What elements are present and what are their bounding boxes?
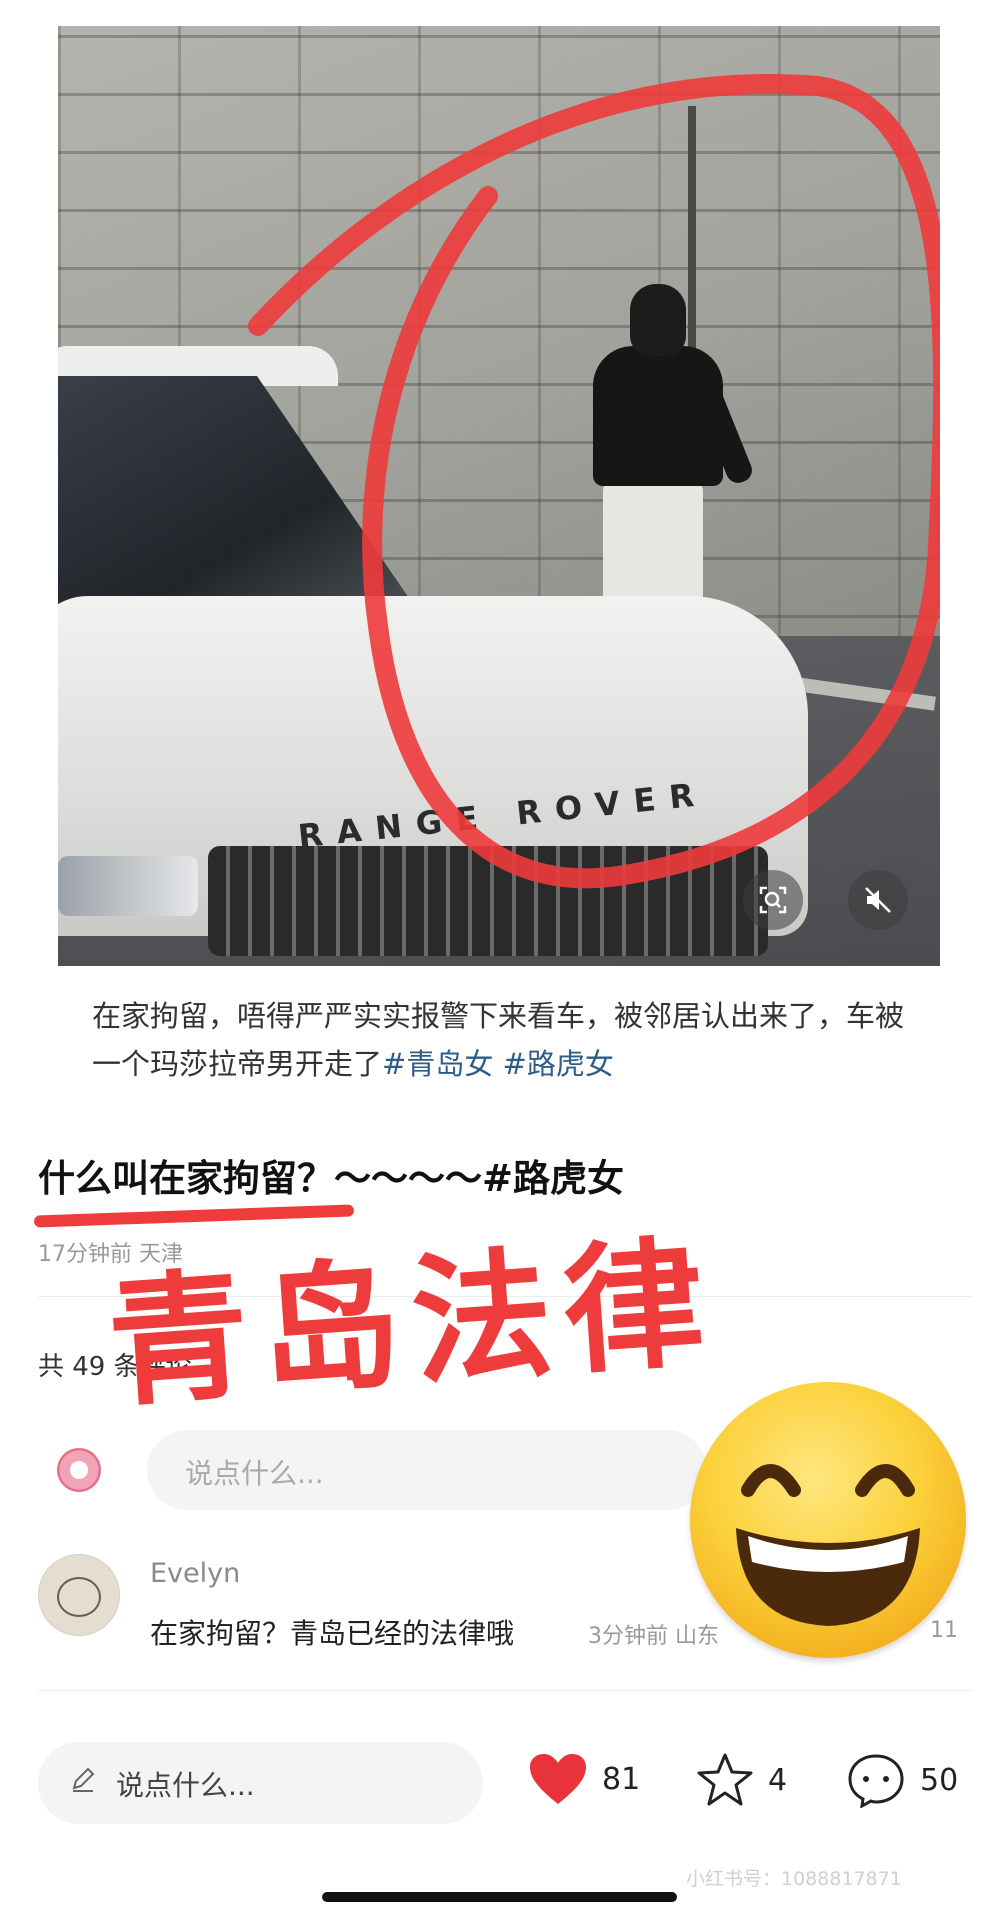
red-circle-annotation — [248, 73, 940, 889]
collect-button[interactable]: 4 — [696, 1752, 787, 1808]
bottom-comment-input[interactable]: 说点什么... — [38, 1742, 483, 1824]
bottom-input-placeholder: 说点什么... — [116, 1769, 255, 1802]
comment-heading: 什么叫在家拘留？～～～～#路虎女 — [38, 1157, 625, 1200]
hashtag-luhu[interactable]: #路虎女 — [503, 1047, 614, 1081]
star-icon — [697, 1753, 753, 1806]
comment-bubble-icon — [848, 1754, 904, 1808]
watermark: 小红书号：1088817871 — [686, 1868, 902, 1890]
comment-reply-input[interactable]: 说点什么... — [147, 1430, 707, 1510]
comment-author[interactable]: Evelyn — [150, 1558, 240, 1589]
reply-placeholder: 说点什么... — [185, 1457, 324, 1490]
scan-search-icon — [759, 886, 787, 914]
grinning-face-icon — [690, 1382, 966, 1658]
home-indicator[interactable] — [322, 1892, 677, 1902]
post-video[interactable]: RANGE ROVER — [58, 26, 940, 966]
overlay-caption: 青岛法律 — [103, 1221, 722, 1427]
avatar[interactable] — [38, 1554, 120, 1636]
caption-text: 在家拘留，唔得严严实实报警下来看车，被邻居认出来了，车被一个玛莎拉帝男开走了 — [92, 999, 905, 1081]
current-user-avatar — [57, 1448, 101, 1492]
like-button[interactable]: 81 — [528, 1752, 640, 1806]
mute-button[interactable] — [848, 870, 908, 930]
comment-text: 在家拘留？青岛已经的法律哦 — [150, 1617, 515, 1650]
heart-icon — [530, 1754, 586, 1804]
divider — [38, 1690, 972, 1691]
hashtag-qingdao[interactable]: #青岛女 — [382, 1047, 493, 1081]
post-caption: 在家拘留，唔得严严实实报警下来看车，被邻居认出来了，车被一个玛莎拉帝男开走了#青… — [92, 992, 912, 1088]
comment-button[interactable]: 50 — [846, 1752, 958, 1808]
like-count: 81 — [602, 1761, 641, 1797]
speaker-muted-icon — [865, 887, 891, 913]
comment-count-bottom: 50 — [920, 1762, 959, 1798]
star-count: 4 — [768, 1762, 788, 1798]
pencil-icon — [68, 1764, 98, 1798]
doodle-icon — [57, 1577, 101, 1617]
image-search-button[interactable] — [743, 870, 803, 930]
